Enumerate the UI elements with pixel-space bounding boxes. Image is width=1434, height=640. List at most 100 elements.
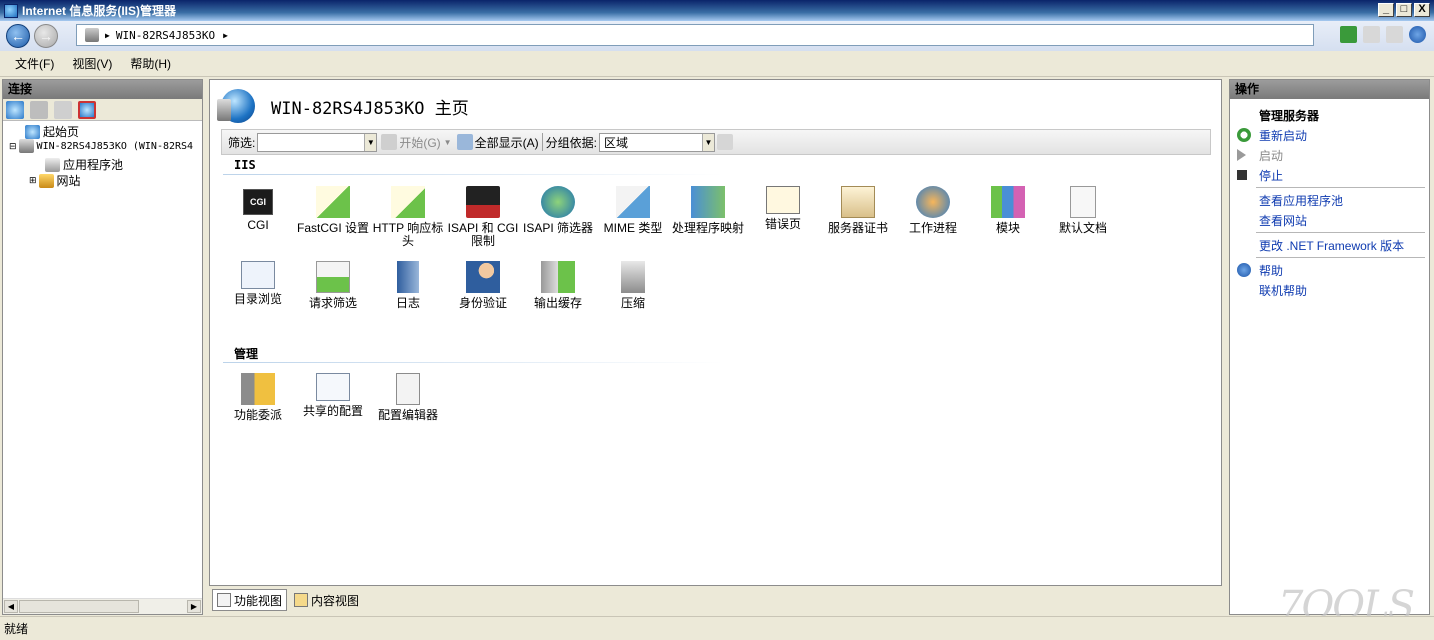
actions-header: 操作 — [1230, 80, 1429, 99]
restart-icon — [1237, 128, 1251, 142]
start-dropdown-icon[interactable]: ▼ — [444, 138, 452, 147]
help-icon — [1237, 263, 1251, 277]
maximize-button[interactable]: □ — [1396, 3, 1412, 17]
feature-modules[interactable]: 模块 — [971, 186, 1045, 235]
tree-item-sites[interactable]: ⊞ 网站 — [29, 172, 81, 189]
tree-item-server[interactable]: ⊟ WIN-82RS4J853KO (WIN-82RS4 — [9, 139, 193, 153]
feature-handler-mappings[interactable]: 处理程序映射 — [671, 186, 745, 235]
view-tabs: 功能视图 内容视图 — [212, 589, 364, 611]
feature-authentication[interactable]: 身份验证 — [446, 261, 520, 310]
feature-delegation[interactable]: 功能委派 — [221, 373, 295, 422]
breadcrumb-arrow-icon[interactable]: ▶ — [223, 31, 228, 40]
feature-isapi-filters[interactable]: ISAPI 筛选器 — [521, 186, 595, 235]
start-action[interactable]: 启动 — [1230, 145, 1429, 165]
dropdown-arrow-icon[interactable]: ▼ — [364, 133, 377, 151]
app-pool-icon — [45, 157, 60, 172]
help-icon[interactable] — [1409, 26, 1426, 43]
filter-bar: 筛选: ▼ 开始(G) ▼ 全部显示(A) 分组依据: 区域 ▼ — [221, 129, 1211, 155]
back-button[interactable]: ← — [6, 24, 30, 48]
feature-isapi-cgi[interactable]: ISAPI 和 CGI 限制 — [446, 186, 520, 248]
feature-cgi[interactable]: CGI CGI — [221, 186, 295, 232]
scroll-thumb[interactable] — [19, 600, 139, 613]
feature-compression[interactable]: 压缩 — [596, 261, 670, 310]
collapse-icon[interactable]: ⊟ — [9, 141, 17, 152]
stop-icon[interactable] — [1363, 26, 1380, 43]
view-mode-icon[interactable] — [716, 134, 733, 150]
fastcgi-settings-icon — [316, 186, 350, 218]
features-pane: WIN-82RS4J853KO 主页 筛选: ▼ 开始(G) ▼ 全部显示(A)… — [209, 79, 1222, 586]
group-by-label: 分组依据: — [545, 135, 597, 150]
horizontal-scrollbar[interactable]: ◀ ▶ — [3, 598, 202, 614]
restart-action[interactable]: 重新启动 — [1230, 125, 1429, 145]
dropdown-arrow-icon[interactable]: ▼ — [701, 133, 714, 151]
tab-features-view[interactable]: 功能视图 — [212, 589, 288, 611]
stop-action[interactable]: 停止 — [1230, 165, 1429, 185]
feature-error-pages[interactable]: 错误页 — [746, 186, 820, 231]
online-help-action[interactable]: 联机帮助 — [1230, 280, 1429, 300]
expand-icon[interactable]: ⊞ — [29, 175, 37, 186]
default-document-icon — [1070, 186, 1096, 218]
forward-button[interactable]: → — [34, 24, 58, 48]
tab-content-view[interactable]: 内容视图 — [289, 589, 364, 611]
menu-view[interactable]: 视图(V) — [63, 55, 121, 72]
home-icon[interactable] — [1386, 26, 1403, 43]
connections-tree: 起始页 ⊟ WIN-82RS4J853KO (WIN-82RS4 应用程序池 ⊞… — [3, 121, 202, 591]
feature-mime[interactable]: MIME 类型 — [596, 186, 670, 235]
view-sites-action[interactable]: 查看网站 — [1230, 210, 1429, 230]
filter-input[interactable]: ▼ — [257, 132, 378, 152]
worker-processes-icon — [916, 186, 950, 218]
modules-icon — [991, 186, 1025, 218]
feature-request-filtering[interactable]: 请求筛选 — [296, 261, 370, 310]
group-divider — [223, 174, 723, 175]
menu-file[interactable]: 文件(F) — [6, 55, 63, 72]
status-text: 就绪 — [4, 622, 29, 636]
scroll-left-icon[interactable]: ◀ — [4, 600, 18, 613]
group-divider — [223, 362, 723, 363]
feature-logging[interactable]: 日志 — [371, 261, 445, 310]
features-view-icon — [217, 593, 231, 607]
group-header-iis: IIS — [234, 158, 256, 172]
show-all-icon — [456, 134, 473, 150]
tree-item-start-page[interactable]: 起始页 — [25, 123, 79, 140]
page-title: WIN-82RS4J853KO 主页 — [217, 88, 469, 124]
connect-icon[interactable] — [6, 100, 24, 119]
start-page-icon — [25, 124, 40, 139]
show-all-button[interactable]: 全部显示(A) — [475, 134, 539, 151]
feature-output-caching[interactable]: 输出缓存 — [521, 261, 595, 310]
group-by-select[interactable]: 区域 ▼ — [598, 132, 715, 152]
feature-configuration-editor[interactable]: 配置编辑器 — [371, 373, 445, 422]
tree-item-app-pools[interactable]: 应用程序池 — [45, 156, 123, 173]
http-response-headers-icon — [391, 186, 425, 218]
disconnect-icon[interactable] — [78, 100, 96, 119]
save-icon[interactable] — [30, 100, 48, 119]
directory-browsing-icon — [241, 261, 275, 289]
forward-arrow-icon: → — [39, 28, 53, 44]
menu-help[interactable]: 帮助(H) — [121, 55, 180, 72]
output-caching-icon — [541, 261, 575, 293]
isapi-cgi-restrictions-icon — [466, 186, 500, 218]
change-net-framework-action[interactable]: 更改 .NET Framework 版本 — [1230, 235, 1429, 255]
feature-fastcgi[interactable]: FastCGI 设置 — [296, 186, 370, 235]
scroll-right-icon[interactable]: ▶ — [187, 600, 201, 613]
start-filter-button[interactable]: 开始(G) — [399, 134, 440, 151]
window-title-bar[interactable]: Internet 信息服务(IIS)管理器 _ □ X — [0, 0, 1434, 21]
feature-server-certificates[interactable]: 服务器证书 — [821, 186, 895, 235]
help-action[interactable]: 帮助 — [1230, 260, 1429, 280]
feature-directory-browsing[interactable]: 目录浏览 — [221, 261, 295, 306]
address-field[interactable]: ▶ WIN-82RS4J853KO ▶ — [76, 24, 1314, 46]
close-button[interactable]: X — [1414, 3, 1430, 17]
feature-worker-processes[interactable]: 工作进程 — [896, 186, 970, 235]
refresh-icon[interactable] — [1340, 26, 1357, 43]
feature-http-headers[interactable]: HTTP 响应标头 — [371, 186, 445, 248]
separator — [541, 133, 543, 151]
breadcrumb-server[interactable]: WIN-82RS4J853KO — [116, 29, 215, 42]
connections-header: 连接 — [3, 80, 202, 99]
feature-default-document[interactable]: 默认文档 — [1046, 186, 1120, 235]
connections-panel: 连接 起始页 ⊟ WIN-82RS4J853KO (WIN-82RS4 应用程序… — [2, 79, 203, 615]
feature-shared-configuration[interactable]: 共享的配置 — [296, 373, 370, 418]
breadcrumb-arrow-icon[interactable]: ▶ — [105, 31, 110, 40]
minimize-button[interactable]: _ — [1378, 3, 1394, 17]
view-app-pools-action[interactable]: 查看应用程序池 — [1230, 190, 1429, 210]
back-arrow-icon: ← — [11, 28, 25, 44]
up-icon[interactable] — [54, 100, 72, 119]
